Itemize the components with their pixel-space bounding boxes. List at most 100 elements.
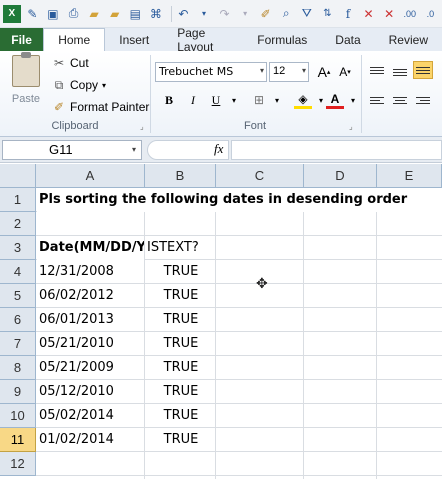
cell-b5[interactable]: TRUE bbox=[145, 284, 215, 308]
cell-b3[interactable]: ISTEXT? bbox=[145, 236, 215, 260]
paste-label: Paste bbox=[11, 93, 41, 105]
grow-font-button[interactable]: A ▴ bbox=[315, 63, 333, 81]
tab-data[interactable]: Data bbox=[321, 29, 374, 51]
preview-icon[interactable]: ⌕ bbox=[277, 5, 295, 23]
cell-a5[interactable]: 06/02/2012 bbox=[37, 284, 144, 308]
cut-button[interactable]: ✂ Cut bbox=[52, 56, 89, 70]
row-header-7[interactable]: 7 bbox=[0, 332, 36, 356]
paste-button[interactable]: Paste bbox=[6, 52, 46, 115]
open-folder-icon[interactable]: ▰ bbox=[85, 5, 103, 23]
font-color-dropdown-icon[interactable]: ▾ bbox=[344, 91, 362, 109]
borders-dropdown-icon[interactable]: ▾ bbox=[268, 91, 286, 109]
redo-dropdown-icon[interactable]: ▾ bbox=[236, 5, 254, 23]
underline-button[interactable]: U bbox=[207, 91, 225, 109]
font-size-select[interactable]: 12 ▾ bbox=[269, 62, 309, 82]
spreadsheet-grid: A B C D E 1 2 3 4 5 6 7 8 9 10 11 12 Pls… bbox=[0, 164, 442, 479]
underline-dropdown-icon[interactable]: ▾ bbox=[225, 91, 243, 109]
redo-icon[interactable]: ↷ bbox=[216, 5, 234, 23]
delete-icon[interactable]: ✕ bbox=[380, 5, 398, 23]
bold-button[interactable]: B bbox=[160, 91, 178, 109]
row-header-11[interactable]: 11 bbox=[0, 428, 36, 452]
cell-a1[interactable]: Pls sorting the following dates in desen… bbox=[37, 188, 442, 212]
shrink-font-button[interactable]: A ▾ bbox=[336, 63, 354, 81]
column-header-a[interactable]: A bbox=[36, 164, 145, 188]
select-all-corner[interactable] bbox=[0, 164, 36, 188]
row-header-5[interactable]: 5 bbox=[0, 284, 36, 308]
cell-a4[interactable]: 12/31/2008 bbox=[37, 260, 144, 284]
row-header-2[interactable]: 2 bbox=[0, 212, 36, 236]
column-header-c[interactable]: C bbox=[216, 164, 304, 188]
align-center-button[interactable] bbox=[390, 91, 410, 109]
cell-a10[interactable]: 05/02/2014 bbox=[37, 404, 144, 428]
cell-a6[interactable]: 06/01/2013 bbox=[37, 308, 144, 332]
cell-a3[interactable]: Date(MM/DD/Y bbox=[37, 236, 144, 260]
font-name-select[interactable]: Trebuchet MS ▾ bbox=[155, 62, 267, 82]
undo-dropdown-icon[interactable]: ▾ bbox=[195, 5, 213, 23]
cell-cursor-icon: ✥ bbox=[256, 275, 268, 291]
row-header-4[interactable]: 4 bbox=[0, 260, 36, 284]
row-header-10[interactable]: 10 bbox=[0, 404, 36, 428]
format-painter-button[interactable]: ✐ Format Painter bbox=[52, 100, 149, 114]
tab-page-layout[interactable]: Page Layout bbox=[163, 26, 243, 54]
print-icon[interactable]: ⎙ bbox=[65, 5, 83, 23]
edit-icon[interactable]: ✎ bbox=[24, 5, 42, 23]
decimal-reduce-icon[interactable]: .0 bbox=[422, 5, 440, 23]
cell-a7[interactable]: 05/21/2010 bbox=[37, 332, 144, 356]
copy-button[interactable]: ⧉ Copy ▾ bbox=[52, 78, 106, 93]
chevron-down-icon[interactable]: ▾ bbox=[102, 81, 106, 90]
save-icon[interactable]: ▣ bbox=[44, 5, 62, 23]
clear-icon[interactable]: ✕ bbox=[360, 5, 378, 23]
folder-icon[interactable]: ▰ bbox=[106, 5, 124, 23]
decimal-icon[interactable]: .00 bbox=[401, 5, 419, 23]
align-middle-button[interactable] bbox=[390, 63, 410, 81]
cell-b6[interactable]: TRUE bbox=[145, 308, 215, 332]
cell-b8[interactable]: TRUE bbox=[145, 356, 215, 380]
font-color-button[interactable]: A bbox=[326, 91, 344, 109]
row-header-12[interactable]: 12 bbox=[0, 452, 36, 476]
italic-button[interactable]: I bbox=[184, 91, 202, 109]
row-header-6[interactable]: 6 bbox=[0, 308, 36, 332]
cell-a11[interactable]: 01/02/2014 bbox=[37, 428, 144, 452]
formula-icon[interactable]: f bbox=[339, 5, 357, 23]
cell-b10[interactable]: TRUE bbox=[145, 404, 215, 428]
align-right-button[interactable] bbox=[413, 91, 433, 109]
tab-formulas[interactable]: Formulas bbox=[243, 29, 321, 51]
row-header-8[interactable]: 8 bbox=[0, 356, 36, 380]
row-header-1[interactable]: 1 bbox=[0, 188, 36, 212]
sort-icon[interactable]: ⇅ bbox=[319, 5, 337, 23]
cell-a9[interactable]: 05/12/2010 bbox=[37, 380, 144, 404]
tab-home[interactable]: Home bbox=[43, 28, 106, 51]
tab-insert[interactable]: Insert bbox=[105, 29, 163, 51]
column-header-e[interactable]: E bbox=[377, 164, 442, 188]
row-header-9[interactable]: 9 bbox=[0, 380, 36, 404]
attachment-icon[interactable]: ⌘ bbox=[147, 5, 165, 23]
font-name-value: Trebuchet MS bbox=[159, 65, 234, 78]
font-size-value: 12 bbox=[273, 65, 286, 77]
undo-icon[interactable]: ↶ bbox=[175, 5, 193, 23]
brush-icon[interactable]: ✐ bbox=[257, 5, 275, 23]
align-left-button[interactable] bbox=[367, 91, 387, 109]
cell-b7[interactable]: TRUE bbox=[145, 332, 215, 356]
align-bottom-button[interactable] bbox=[413, 61, 433, 79]
cell-b4[interactable]: TRUE bbox=[145, 260, 215, 284]
formula-input[interactable] bbox=[231, 140, 442, 160]
column-header-d[interactable]: D bbox=[304, 164, 377, 188]
fill-color-button[interactable]: ◈ bbox=[294, 91, 312, 109]
borders-button[interactable]: ⊞ bbox=[250, 91, 268, 109]
dialog-launcher-icon[interactable]: ⌟ bbox=[140, 122, 144, 131]
tab-review[interactable]: Review bbox=[375, 29, 442, 51]
align-top-button[interactable] bbox=[367, 61, 387, 79]
row-header-3[interactable]: 3 bbox=[0, 236, 36, 260]
column-header-b[interactable]: B bbox=[145, 164, 216, 188]
dialog-launcher-icon[interactable]: ⌟ bbox=[349, 122, 353, 131]
filter-icon[interactable]: ⛛ bbox=[298, 5, 316, 23]
cell-b9[interactable]: TRUE bbox=[145, 380, 215, 404]
name-box[interactable]: G11 ▾ bbox=[2, 140, 142, 160]
chevron-down-icon: ▾ bbox=[301, 66, 306, 75]
tab-file[interactable]: File bbox=[0, 28, 44, 51]
excel-icon[interactable]: X bbox=[3, 4, 21, 23]
insert-function-icon[interactable]: fx bbox=[214, 141, 223, 157]
cell-a8[interactable]: 05/21/2009 bbox=[37, 356, 144, 380]
page-icon[interactable]: ▤ bbox=[126, 5, 144, 23]
cell-b11[interactable]: TRUE bbox=[145, 428, 215, 452]
